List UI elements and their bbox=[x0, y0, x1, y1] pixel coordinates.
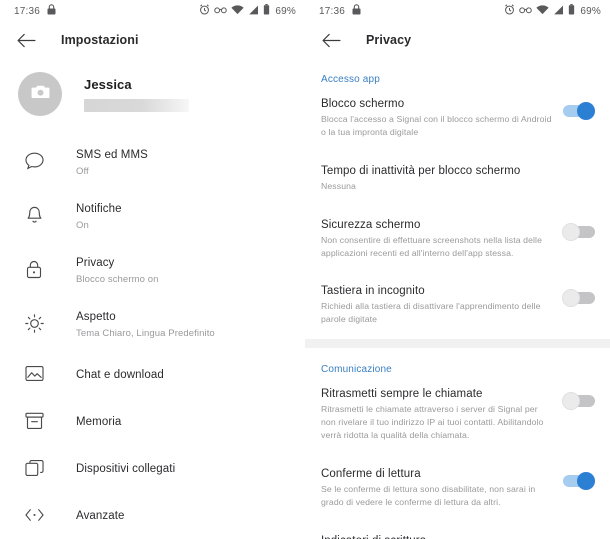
battery-percent: 69% bbox=[580, 5, 601, 17]
toggle-thumb bbox=[562, 392, 580, 411]
toggle-thumb bbox=[577, 471, 595, 490]
lock-icon bbox=[47, 4, 56, 18]
toggle-blocco-schermo[interactable] bbox=[562, 101, 596, 121]
battery-percent: 69% bbox=[275, 5, 296, 17]
chat-bubble-icon bbox=[22, 149, 46, 173]
sidebar-item-label: Memoria bbox=[76, 415, 122, 428]
pref-title: Blocco schermo bbox=[321, 98, 405, 110]
camera-icon bbox=[31, 83, 50, 105]
wifi-icon bbox=[536, 4, 550, 18]
back-arrow-icon[interactable] bbox=[319, 28, 343, 52]
sidebar-item-sms-mms[interactable]: SMS ed MMS Off bbox=[0, 134, 305, 188]
pref-description: Ritrasmetti le chiamate attraverso i ser… bbox=[321, 404, 544, 440]
pref-description: Se le conferme di lettura sono disabilit… bbox=[321, 483, 536, 507]
page-title: Privacy bbox=[366, 33, 412, 47]
code-brackets-icon bbox=[22, 503, 46, 527]
sidebar-item-dispositivi-collegati[interactable]: Dispositivi collegati bbox=[0, 444, 305, 491]
pref-title: Conferme di lettura bbox=[321, 467, 421, 480]
pref-title: Tempo di inattività per blocco schermo bbox=[321, 164, 521, 177]
sidebar-item-privacy[interactable]: Privacy Blocco schermo on bbox=[0, 242, 305, 296]
privacy-app-bar: Privacy bbox=[305, 22, 610, 58]
bell-icon bbox=[22, 203, 46, 227]
sidebar-item-notifiche[interactable]: Notifiche On bbox=[0, 188, 305, 242]
archive-box-icon bbox=[22, 409, 46, 433]
alarm-icon bbox=[199, 4, 210, 18]
sidebar-item-label: Dispositivi collegati bbox=[76, 462, 176, 475]
back-arrow-icon[interactable] bbox=[14, 28, 38, 52]
avatar[interactable] bbox=[18, 72, 62, 116]
sidebar-item-label: Avanzate bbox=[76, 509, 125, 522]
sidebar-item-label: Notifiche bbox=[76, 203, 122, 215]
signal-icon bbox=[553, 5, 564, 18]
alarm-icon bbox=[504, 4, 515, 18]
image-icon bbox=[22, 362, 46, 386]
status-bar-left: 17:36 69% bbox=[0, 0, 305, 22]
sidebar-item-aspetto[interactable]: Aspetto Tema Chiaro, Lingua Predefinito bbox=[0, 296, 305, 350]
toggle-conferme-lettura[interactable] bbox=[562, 471, 596, 491]
pref-title: Indicatori di scrittura bbox=[321, 535, 552, 539]
sidebar-item-label: Chat e download bbox=[76, 368, 164, 381]
wifi-icon bbox=[231, 4, 245, 18]
sidebar-item-label: SMS ed MMS bbox=[76, 149, 148, 161]
sidebar-item-avanzate[interactable]: Avanzate bbox=[0, 491, 305, 538]
battery-icon bbox=[263, 4, 270, 18]
pref-sicurezza-schermo[interactable]: Sicurezza schermo Non consentire di effe… bbox=[305, 206, 610, 273]
lock-icon bbox=[22, 257, 46, 281]
pref-conferme-lettura[interactable]: Conferme di lettura Se le conferme di le… bbox=[305, 455, 610, 522]
pref-description: Non consentire di effettuare screenshots… bbox=[321, 234, 543, 258]
pref-title: Ritrasmetti sempre le chiamate bbox=[321, 388, 483, 401]
section-header-accesso-app: Accesso app bbox=[321, 74, 380, 85]
dual-screenshot-container: 17:36 69% Impostazioni Jessica SMS ed MM… bbox=[0, 0, 610, 539]
sidebar-item-chat-e-download[interactable]: Chat e download bbox=[0, 350, 305, 397]
toggle-thumb bbox=[562, 222, 580, 241]
lock-icon bbox=[352, 4, 361, 18]
linked-devices-icon bbox=[22, 456, 46, 480]
settings-menu: SMS ed MMS Off Notifiche On Privacy Bloc… bbox=[0, 130, 305, 538]
sidebar-item-memoria[interactable]: Memoria bbox=[0, 397, 305, 444]
sidebar-item-sub: Off bbox=[76, 166, 89, 177]
section-header-comunicazione: Comunicazione bbox=[321, 364, 392, 376]
sidebar-item-label: Aspetto bbox=[76, 311, 116, 323]
section-divider bbox=[305, 339, 610, 349]
pref-indicatori-scrittura[interactable]: Indicatori di scrittura Se gli indicator… bbox=[305, 522, 610, 539]
pref-blocco-schermo[interactable]: Blocco schermo Blocca l'accesso a Signal… bbox=[305, 85, 610, 152]
pref-title: Tastiera in incognito bbox=[321, 285, 425, 298]
toggle-thumb bbox=[562, 289, 580, 308]
toggle-tastiera-incognito[interactable] bbox=[562, 288, 596, 308]
sidebar-item-label: Privacy bbox=[76, 257, 115, 269]
settings-screen: 17:36 69% Impostazioni Jessica SMS ed MM… bbox=[0, 0, 305, 539]
pref-description: Blocca l'accesso a Signal con il blocco … bbox=[321, 114, 552, 137]
sun-icon bbox=[22, 311, 46, 335]
battery-icon bbox=[568, 4, 575, 18]
signal-icon bbox=[248, 5, 259, 18]
pref-tempo-inattivita[interactable]: Tempo di inattività per blocco schermo N… bbox=[305, 152, 610, 206]
pref-description: Richiedi alla tastiera di disattivare l'… bbox=[321, 301, 541, 325]
profile-name: Jessica bbox=[84, 76, 132, 92]
profile-redacted-value bbox=[84, 98, 189, 112]
toggle-ritrasmetti-chiamate[interactable] bbox=[562, 391, 596, 411]
pref-title: Sicurezza schermo bbox=[321, 218, 421, 231]
profile-row[interactable]: Jessica bbox=[0, 58, 305, 130]
status-time: 17:36 bbox=[14, 5, 41, 17]
status-bar-right: 17:36 69% bbox=[305, 0, 610, 22]
toggle-sicurezza-schermo[interactable] bbox=[562, 222, 596, 242]
pref-tastiera-incognito[interactable]: Tastiera in incognito Richiedi alla tast… bbox=[305, 272, 610, 339]
sidebar-item-sub: Tema Chiaro, Lingua Predefinito bbox=[76, 328, 215, 339]
page-title: Impostazioni bbox=[61, 33, 139, 47]
settings-app-bar: Impostazioni bbox=[0, 22, 305, 58]
toggle-thumb bbox=[577, 102, 595, 120]
pref-value: Nessuna bbox=[321, 180, 356, 191]
dnd-icon bbox=[519, 5, 533, 17]
status-time: 17:36 bbox=[319, 5, 346, 17]
sidebar-item-sub: On bbox=[76, 220, 89, 231]
pref-ritrasmetti-chiamate[interactable]: Ritrasmetti sempre le chiamate Ritrasmet… bbox=[305, 375, 610, 455]
sidebar-item-sub: Blocco schermo on bbox=[76, 274, 159, 285]
dnd-icon bbox=[214, 5, 228, 17]
privacy-screen: 17:36 69% Privacy Accesso app Blocco sch… bbox=[305, 0, 610, 539]
